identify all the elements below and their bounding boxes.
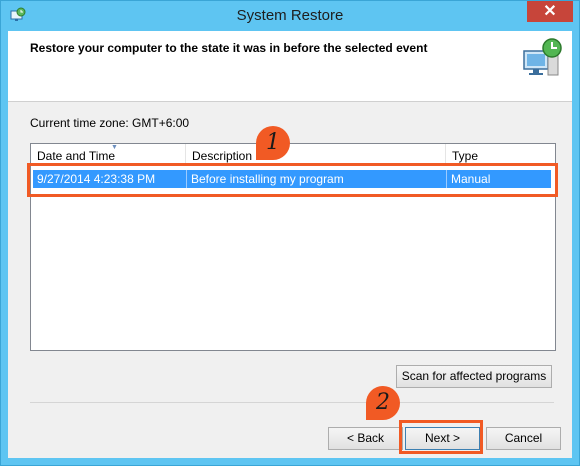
footer-divider [30, 402, 554, 403]
dialog-client-area: Restore your computer to the state it wa… [8, 31, 572, 458]
computer-restore-icon [523, 38, 562, 76]
sort-arrow-icon: ▼ [111, 144, 118, 151]
annotation-highlight-next-button [399, 420, 483, 454]
list-header: Date and Time ▼ Description Type [31, 144, 555, 165]
annotation-marker-1: 1 [256, 126, 290, 160]
annotation-highlight-restore-point [27, 163, 558, 197]
column-header-date-time[interactable]: Date and Time ▼ [31, 144, 186, 164]
dialog-header: Restore your computer to the state it wa… [8, 31, 572, 102]
column-header-description[interactable]: Description [186, 144, 446, 164]
close-icon: ✕ [543, 3, 557, 20]
window-title: System Restore [236, 7, 344, 24]
scan-affected-programs-button[interactable]: Scan for affected programs [396, 365, 552, 388]
title-bar[interactable]: System Restore ✕ [1, 1, 579, 31]
system-restore-window: System Restore ✕ Restore your computer t… [0, 0, 580, 466]
back-button[interactable]: < Back [328, 427, 403, 450]
annotation-marker-2: 2 [366, 386, 400, 420]
header-instruction: Restore your computer to the state it wa… [30, 41, 428, 55]
close-button[interactable]: ✕ [527, 1, 573, 22]
cancel-button[interactable]: Cancel [486, 427, 561, 450]
column-header-type[interactable]: Type [446, 144, 555, 164]
timezone-label: Current time zone: GMT+6:00 [30, 116, 190, 130]
